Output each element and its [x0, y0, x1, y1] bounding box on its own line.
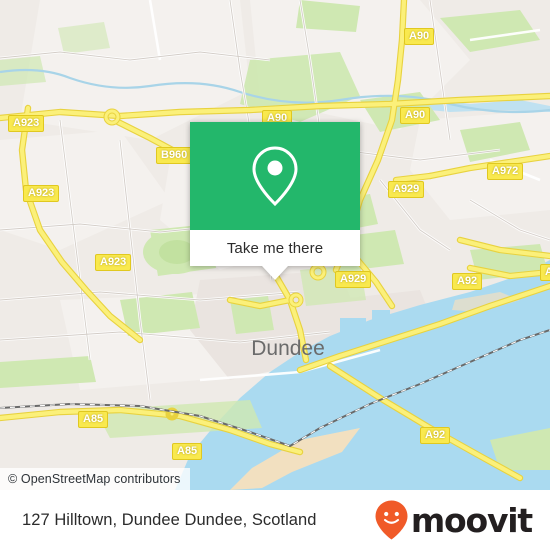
road-shield-label: A92	[425, 429, 446, 441]
road-shield-label: A90	[409, 30, 430, 42]
moovit-logo[interactable]: moovit	[374, 499, 533, 541]
road-shield-label: A92	[457, 275, 478, 287]
road-shield: A972	[487, 163, 524, 180]
road-shield-label: A923	[100, 256, 127, 268]
road-shield-label: A923	[13, 117, 40, 129]
screenshot-root: Dundee A90 A90 A90 A923 B960 A972 A929 A923 A923…	[0, 0, 550, 550]
road-shield-label: A85	[177, 445, 198, 457]
road-shield: A923	[8, 115, 45, 132]
take-me-there-button[interactable]: Take me there	[190, 230, 360, 266]
osm-attribution[interactable]: © OpenStreetMap contributors	[0, 468, 190, 490]
road-shield: A90	[400, 107, 431, 124]
road-shield-label: A90	[405, 109, 426, 121]
road-shield: A923	[95, 254, 132, 271]
moovit-wordmark: moovit	[410, 500, 533, 540]
road-shield-label: A85	[83, 413, 104, 425]
road-shield: A90	[404, 28, 435, 45]
road-shield-label: A929	[393, 183, 420, 195]
road-shield: A85	[78, 411, 109, 428]
footer-bar: 127 Hilltown, Dundee Dundee, Scotland mo…	[0, 490, 550, 550]
road-shield: A93	[540, 264, 550, 281]
road-shield-label: B960	[161, 149, 188, 161]
road-shield: A923	[23, 185, 60, 202]
location-pin-icon	[252, 146, 298, 207]
road-shield: A929	[388, 181, 425, 198]
address-text: 127 Hilltown, Dundee Dundee, Scotland	[22, 510, 317, 529]
road-shield: A85	[172, 443, 203, 460]
road-shield-label: A93	[545, 266, 550, 278]
road-shield: A92	[420, 427, 451, 444]
road-shield-label: A929	[340, 273, 367, 285]
road-shield-label: A923	[28, 187, 55, 199]
moovit-pin-icon	[375, 500, 408, 540]
popup-pointer	[262, 266, 288, 280]
location-popup-card[interactable]: Take me there	[190, 122, 360, 280]
popup-icon-area	[190, 122, 360, 230]
road-shield: A92	[452, 273, 483, 290]
attribution-text: © OpenStreetMap contributors	[8, 472, 181, 486]
map-city-label: Dundee	[251, 337, 325, 360]
road-shield: A929	[335, 271, 372, 288]
road-shield: B960	[156, 147, 193, 164]
road-shield-label: A972	[492, 165, 519, 177]
